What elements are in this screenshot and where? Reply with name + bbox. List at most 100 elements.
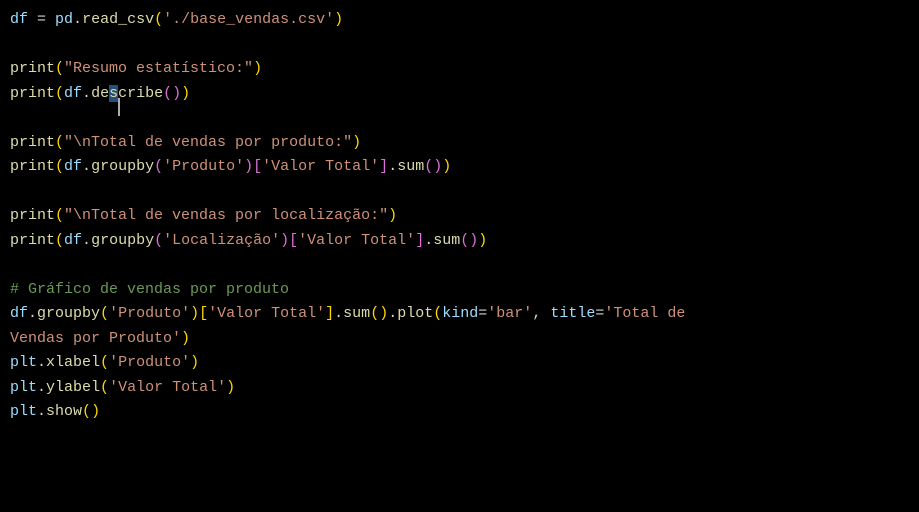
- code-line[interactable]: df = pd.read_csv('./base_vendas.csv'): [10, 11, 343, 28]
- code-line[interactable]: plt.ylabel('Valor Total'): [10, 379, 235, 396]
- method-call: sum: [343, 305, 370, 322]
- paren-open: (: [55, 134, 64, 151]
- paren-open: (: [55, 232, 64, 249]
- paren-open: (: [55, 158, 64, 175]
- operator: =: [28, 11, 55, 28]
- string-literal: 'Valor Total': [262, 158, 379, 175]
- bracket-open: [: [253, 158, 262, 175]
- string-literal: 'Valor Total': [298, 232, 415, 249]
- method-call: groupby: [91, 232, 154, 249]
- paren-close: ): [352, 134, 361, 151]
- paren-open: (: [82, 403, 91, 420]
- paren-close: ): [442, 158, 451, 175]
- code-line[interactable]: df.groupby('Produto')['Valor Total'].sum…: [10, 305, 694, 322]
- method-call: xlabel: [46, 354, 100, 371]
- paren-open: (: [154, 11, 163, 28]
- paren-close: ): [280, 232, 289, 249]
- string-literal: "\nTotal de vendas por produto:": [64, 134, 352, 151]
- paren-open: (: [370, 305, 379, 322]
- comment: # Gráfico de vendas por produto: [10, 281, 289, 298]
- dot: .: [82, 158, 91, 175]
- builtin-print: print: [10, 232, 55, 249]
- code-line[interactable]: print("\nTotal de vendas por produto:"): [10, 134, 361, 151]
- builtin-print: print: [10, 60, 55, 77]
- method-call: groupby: [91, 158, 154, 175]
- builtin-print: print: [10, 85, 55, 102]
- string-literal: 'Produto': [163, 158, 244, 175]
- dot: .: [334, 305, 343, 322]
- string-literal: "\nTotal de vendas por localização:": [64, 207, 388, 224]
- method-call: sum: [397, 158, 424, 175]
- paren-open: (: [460, 232, 469, 249]
- function-call: read_csv: [82, 11, 154, 28]
- method-call: show: [46, 403, 82, 420]
- dot: .: [388, 305, 397, 322]
- string-literal: Vendas por Produto': [10, 330, 181, 347]
- code-line[interactable]: print("Resumo estatístico:"): [10, 60, 262, 77]
- paren-close: ): [388, 207, 397, 224]
- string-literal: 'Valor Total': [208, 305, 325, 322]
- dot: .: [82, 85, 91, 102]
- paren-close: ): [478, 232, 487, 249]
- paren-open: (: [424, 158, 433, 175]
- string-literal: 'Produto': [109, 305, 190, 322]
- paren-open: (: [55, 207, 64, 224]
- builtin-print: print: [10, 207, 55, 224]
- code-line[interactable]: print(df.groupby('Produto')['Valor Total…: [10, 158, 451, 175]
- bracket-close: ]: [379, 158, 388, 175]
- paren-close: ): [433, 158, 442, 175]
- method-call: describe: [91, 85, 163, 102]
- string-literal: "Resumo estatístico:": [64, 60, 253, 77]
- paren-close: ): [379, 305, 388, 322]
- operator: =: [478, 305, 487, 322]
- paren-close: ): [469, 232, 478, 249]
- module: plt: [10, 354, 37, 371]
- method-call: plot: [397, 305, 433, 322]
- module: plt: [10, 379, 37, 396]
- paren-close: ): [172, 85, 181, 102]
- code-line[interactable]: print("\nTotal de vendas por localização…: [10, 207, 397, 224]
- text-selection: s: [109, 85, 118, 102]
- builtin-print: print: [10, 158, 55, 175]
- paren-open: (: [100, 305, 109, 322]
- code-line[interactable]: print(df.describe()): [10, 85, 190, 102]
- code-line[interactable]: plt.xlabel('Produto'): [10, 354, 199, 371]
- string-literal: 'Total de: [604, 305, 694, 322]
- string-literal: 'Produto': [109, 354, 190, 371]
- variable: df: [10, 305, 28, 322]
- paren-open: (: [154, 232, 163, 249]
- variable: df: [64, 158, 82, 175]
- code-line[interactable]: plt.show(): [10, 403, 100, 420]
- string-literal: 'Localização': [163, 232, 280, 249]
- module: pd: [55, 11, 73, 28]
- dot: .: [82, 232, 91, 249]
- method-call: ylabel: [46, 379, 100, 396]
- paren-open: (: [100, 354, 109, 371]
- bracket-close: ]: [415, 232, 424, 249]
- string-literal: 'Valor Total': [109, 379, 226, 396]
- operator: =: [595, 305, 604, 322]
- code-line[interactable]: print(df.groupby('Localização')['Valor T…: [10, 232, 487, 249]
- paren-open: (: [163, 85, 172, 102]
- dot: .: [37, 379, 46, 396]
- module: plt: [10, 403, 37, 420]
- paren-open: (: [433, 305, 442, 322]
- paren-close: ): [253, 60, 262, 77]
- paren-close: ): [226, 379, 235, 396]
- code-editor[interactable]: df = pd.read_csv('./base_vendas.csv') pr…: [0, 0, 919, 433]
- dot: .: [37, 403, 46, 420]
- bracket-close: ]: [325, 305, 334, 322]
- paren-close: ): [244, 158, 253, 175]
- variable: df: [10, 11, 28, 28]
- paren-close: ): [91, 403, 100, 420]
- paren-open: (: [55, 85, 64, 102]
- code-line[interactable]: # Gráfico de vendas por produto: [10, 281, 289, 298]
- dot: .: [388, 158, 397, 175]
- dot: .: [73, 11, 82, 28]
- variable: df: [64, 85, 82, 102]
- paren-close: ): [181, 85, 190, 102]
- code-line[interactable]: Vendas por Produto'): [10, 330, 190, 347]
- string-literal: './base_vendas.csv': [163, 11, 334, 28]
- paren-close: ): [334, 11, 343, 28]
- bracket-open: [: [199, 305, 208, 322]
